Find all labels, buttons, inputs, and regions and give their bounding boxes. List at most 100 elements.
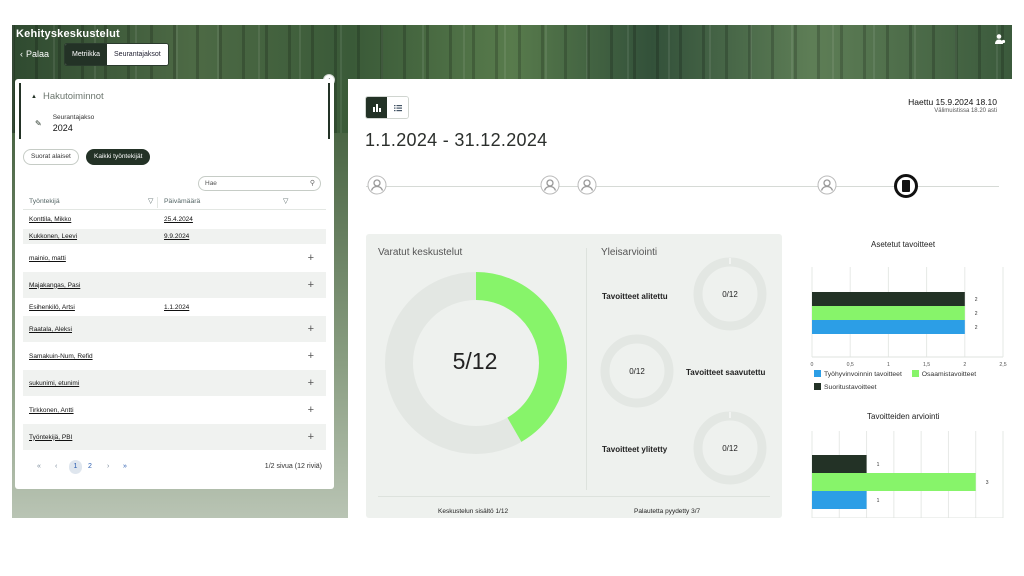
bar — [812, 455, 867, 473]
meeting-date-link[interactable]: 1.1.2024 — [164, 304, 189, 311]
table-row[interactable]: Tirkkonen, Antti + — [23, 397, 326, 424]
summary-card: Varatut keskustelut Yleisarviointi 5/12 … — [366, 234, 782, 518]
x-tick-label: 0 — [811, 362, 814, 368]
booked-title: Varatut keskustelut — [378, 247, 463, 258]
x-tick-label: 1 — [887, 362, 890, 368]
employee-name-link[interactable]: Raatala, Aleksi — [29, 326, 72, 333]
table-row[interactable]: mainio, matti + — [23, 245, 326, 272]
table-row[interactable]: Raatala, Aleksi + — [23, 316, 326, 343]
legend-swatch — [814, 383, 821, 390]
overall-title: Yleisarviointi — [601, 247, 658, 258]
add-meeting-icon[interactable]: + — [308, 279, 314, 291]
divider — [586, 248, 587, 490]
add-meeting-icon[interactable]: + — [308, 377, 314, 389]
person-icon[interactable] — [817, 175, 837, 195]
employee-name-link[interactable]: Konttila, Mikko — [29, 216, 71, 223]
person-icon[interactable] — [540, 175, 560, 195]
x-tick-label: 0,5 — [847, 362, 854, 368]
chip-all-employees[interactable]: Kaikki työntekijät — [86, 149, 151, 165]
chart-view-button[interactable] — [366, 97, 387, 118]
legend-item[interactable]: Osaamistavoitteet — [911, 370, 977, 378]
table-row[interactable]: Työntekijä, PBI + — [23, 424, 326, 451]
chip-direct-reports[interactable]: Suorat alaiset — [23, 149, 79, 165]
add-meeting-icon[interactable]: + — [308, 323, 314, 335]
page-1-button[interactable]: 1 — [69, 460, 82, 474]
tab-metriikka[interactable]: Metriikka — [65, 44, 108, 65]
column-divider — [157, 197, 158, 208]
target-met-value: 0/12 — [629, 367, 645, 376]
search-input[interactable]: Hae ⚲ — [198, 176, 321, 191]
feedback-stat: Palautetta pyydetty 3/7 — [634, 508, 701, 515]
above-target-value: 0/12 — [722, 444, 738, 453]
pencil-icon[interactable]: ✎ — [35, 119, 42, 128]
list-view-button[interactable] — [387, 97, 408, 118]
bar-value-label: 1 — [877, 498, 880, 504]
legend-label: Osaamistavoitteet — [921, 371, 977, 378]
add-meeting-icon[interactable]: + — [308, 404, 314, 416]
bar — [812, 306, 965, 320]
filters-title: Hakutoiminnot — [42, 91, 104, 102]
below-target-value: 0/12 — [722, 290, 738, 299]
employee-name-link[interactable]: Majakangas, Pasi — [29, 282, 80, 289]
employee-name-link[interactable]: Tirkkonen, Antti — [29, 407, 74, 414]
goal-evaluation-chart: 1 3 1 — [811, 431, 1004, 518]
app-title: Kehityskeskustelut — [16, 28, 120, 40]
table-header: Työntekijä ▽ Päivämäärä ▽ — [23, 196, 326, 210]
search-placeholder: Hae — [205, 180, 217, 187]
period-filter[interactable]: ✎ Seurantajakso 2024 — [35, 114, 94, 133]
bar-chart-icon — [372, 103, 381, 112]
legend-label: Työhyvinvoinnin tavoitteet — [824, 371, 902, 378]
meeting-date-link[interactable]: 9.9.2024 — [164, 233, 189, 240]
bar — [812, 473, 976, 491]
next-page-button[interactable]: › — [107, 463, 109, 470]
current-date-marker-icon[interactable] — [894, 174, 918, 198]
employee-name-link[interactable]: Kukkonen, Leevi — [29, 233, 77, 240]
person-icon[interactable] — [367, 175, 387, 195]
chart-legend: Työhyvinvoinnin tavoitteet Osaamistavoit… — [814, 370, 976, 391]
employee-name-link[interactable]: Työntekijä, PBI — [29, 434, 72, 441]
table-row[interactable]: Konttila, Mikko 25.4.2024 — [23, 210, 326, 229]
add-meeting-icon[interactable]: + — [308, 350, 314, 362]
add-meeting-icon[interactable]: + — [308, 431, 314, 443]
last-page-button[interactable]: » — [123, 463, 127, 470]
table-row[interactable]: Samakuin-Num, Refid + — [23, 343, 326, 370]
fetched-time: Haettu 15.9.2024 18.10 — [908, 97, 997, 107]
column-employee[interactable]: Työntekijä — [29, 198, 60, 205]
back-button[interactable]: ‹ Palaa — [20, 49, 49, 59]
content-stat: Keskustelun sisältö 1/12 — [438, 508, 509, 515]
table-row[interactable]: Esihenkilö, Artsi 1.1.2024 — [23, 299, 326, 316]
back-label: Palaa — [26, 49, 50, 59]
employee-name-link[interactable]: sukunimi, etunimi — [29, 380, 79, 387]
below-target-label: Tavoitteet alitettu — [602, 292, 668, 301]
person-icon[interactable] — [577, 175, 597, 195]
meeting-date-link[interactable]: 25.4.2024 — [164, 216, 193, 223]
first-page-button[interactable]: « — [37, 463, 41, 470]
add-meeting-icon[interactable]: + — [308, 252, 314, 264]
table-row[interactable]: Majakangas, Pasi + — [23, 272, 326, 299]
tab-seurantajaksot[interactable]: Seurantajaksot — [107, 44, 168, 65]
bar-value-label: 2 — [975, 297, 978, 303]
table-row[interactable]: sukunimi, etunimi + — [23, 370, 326, 397]
legend-item[interactable]: Suoritustavoitteet — [814, 383, 976, 391]
chart-title: Asetetut tavoitteet — [871, 240, 936, 249]
filters-toggle[interactable]: ▲ Hakutoiminnot — [31, 91, 104, 102]
employee-name-link[interactable]: Esihenkilö, Artsi — [29, 304, 75, 311]
page-2-button[interactable]: 2 — [88, 463, 92, 470]
search-icon[interactable]: ⚲ — [310, 179, 315, 187]
period-value: 2024 — [52, 123, 73, 133]
goals-set-chart: 2 2 2 0 0,5 1 1,5 2 2,5 — [811, 267, 1007, 368]
table-row[interactable]: Kukkonen, Leevi 9.9.2024 — [23, 229, 326, 245]
filter-icon[interactable]: ▽ — [148, 197, 153, 205]
page-info: 1/2 sivua (12 riviä) — [264, 463, 322, 470]
user-settings-icon[interactable] — [994, 33, 1006, 45]
list-icon — [393, 104, 402, 111]
target-met-label: Tavoitteet saavutettu — [686, 368, 766, 377]
filter-icon[interactable]: ▽ — [283, 197, 288, 205]
column-date[interactable]: Päivämäärä — [164, 198, 200, 205]
pagination: « ‹ 1 2 › » 1/2 sivua (12 riviä) — [23, 460, 326, 476]
employee-name-link[interactable]: mainio, matti — [29, 255, 66, 262]
divider — [378, 496, 770, 497]
prev-page-button[interactable]: ‹ — [55, 463, 57, 470]
employee-name-link[interactable]: Samakuin-Num, Refid — [29, 353, 93, 360]
legend-item[interactable]: Työhyvinvoinnin tavoitteet — [814, 370, 902, 378]
